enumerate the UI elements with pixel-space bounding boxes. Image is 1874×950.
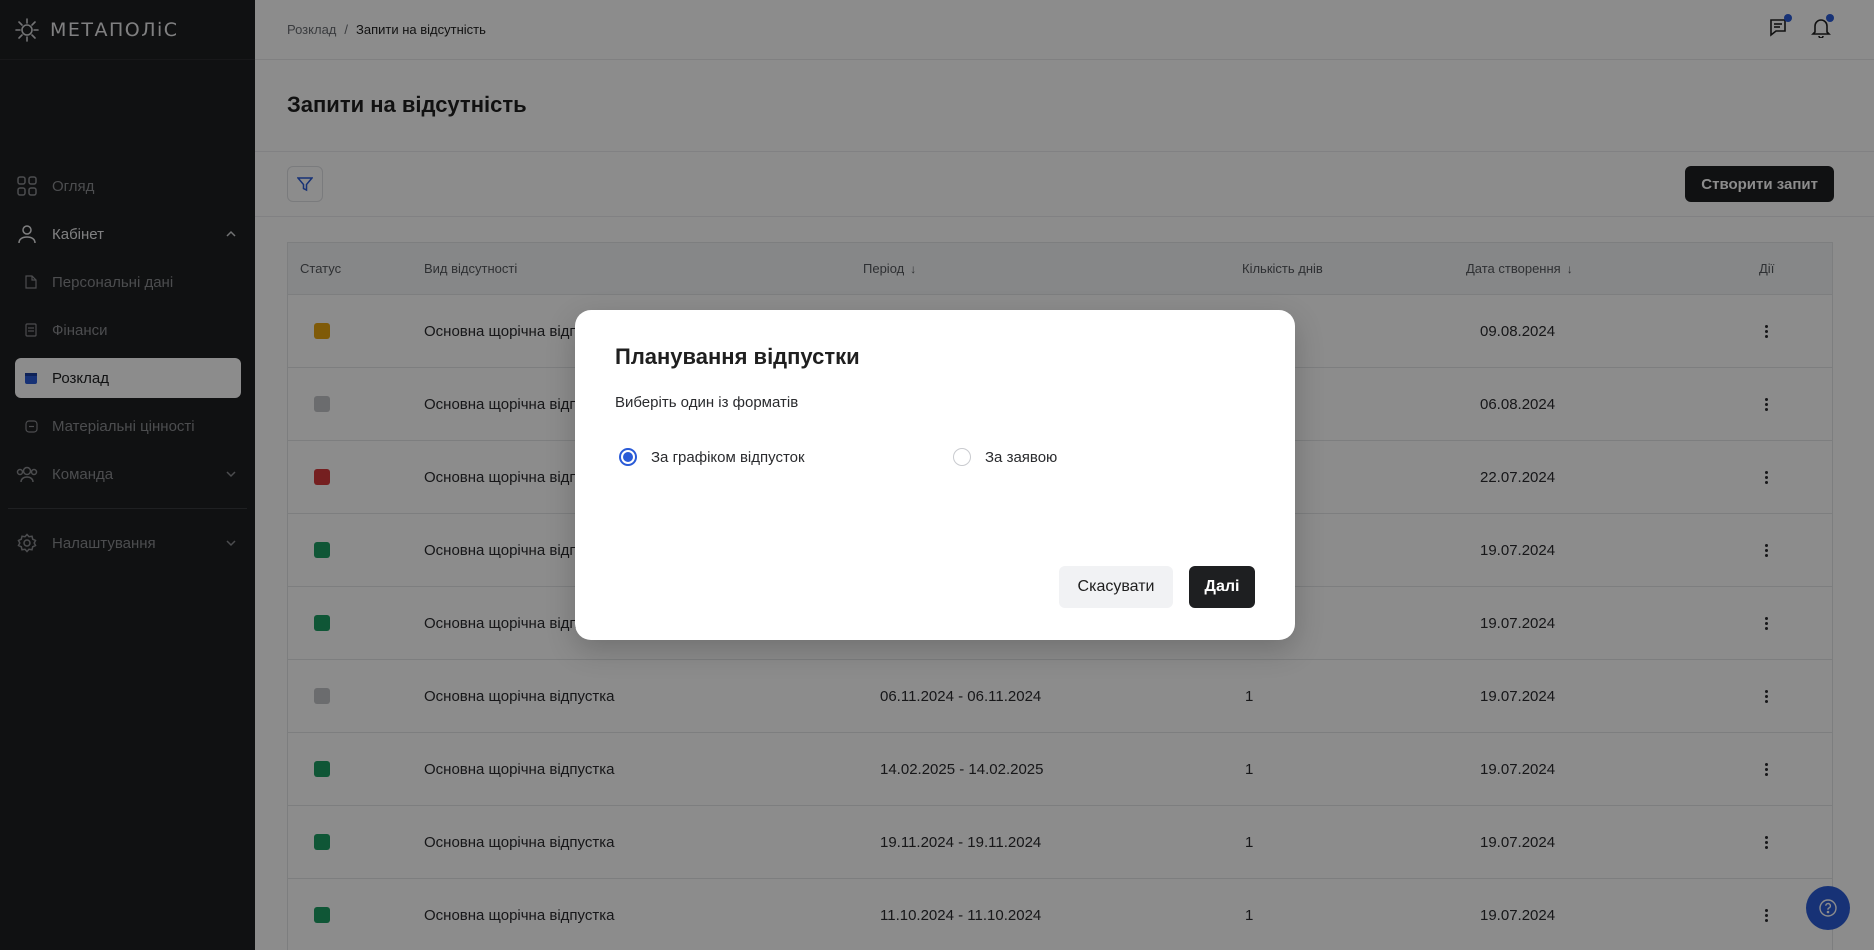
radio-checked[interactable] [619, 448, 637, 466]
vacation-planning-modal: Планування відпустки Виберіть один із фо… [575, 310, 1295, 640]
next-button[interactable]: Далі [1189, 566, 1255, 608]
option-by-application[interactable]: За заявою [953, 448, 1057, 466]
modal-subtitle: Виберіть один із форматів [615, 394, 799, 411]
option-label: За заявою [985, 448, 1058, 466]
modal-title: Планування відпустки [615, 344, 860, 369]
radio-unchecked[interactable] [953, 448, 971, 466]
option-label: За графіком відпусток [651, 448, 805, 466]
cancel-button[interactable]: Скасувати [1059, 566, 1173, 608]
option-by-schedule[interactable]: За графіком відпусток [619, 448, 805, 466]
